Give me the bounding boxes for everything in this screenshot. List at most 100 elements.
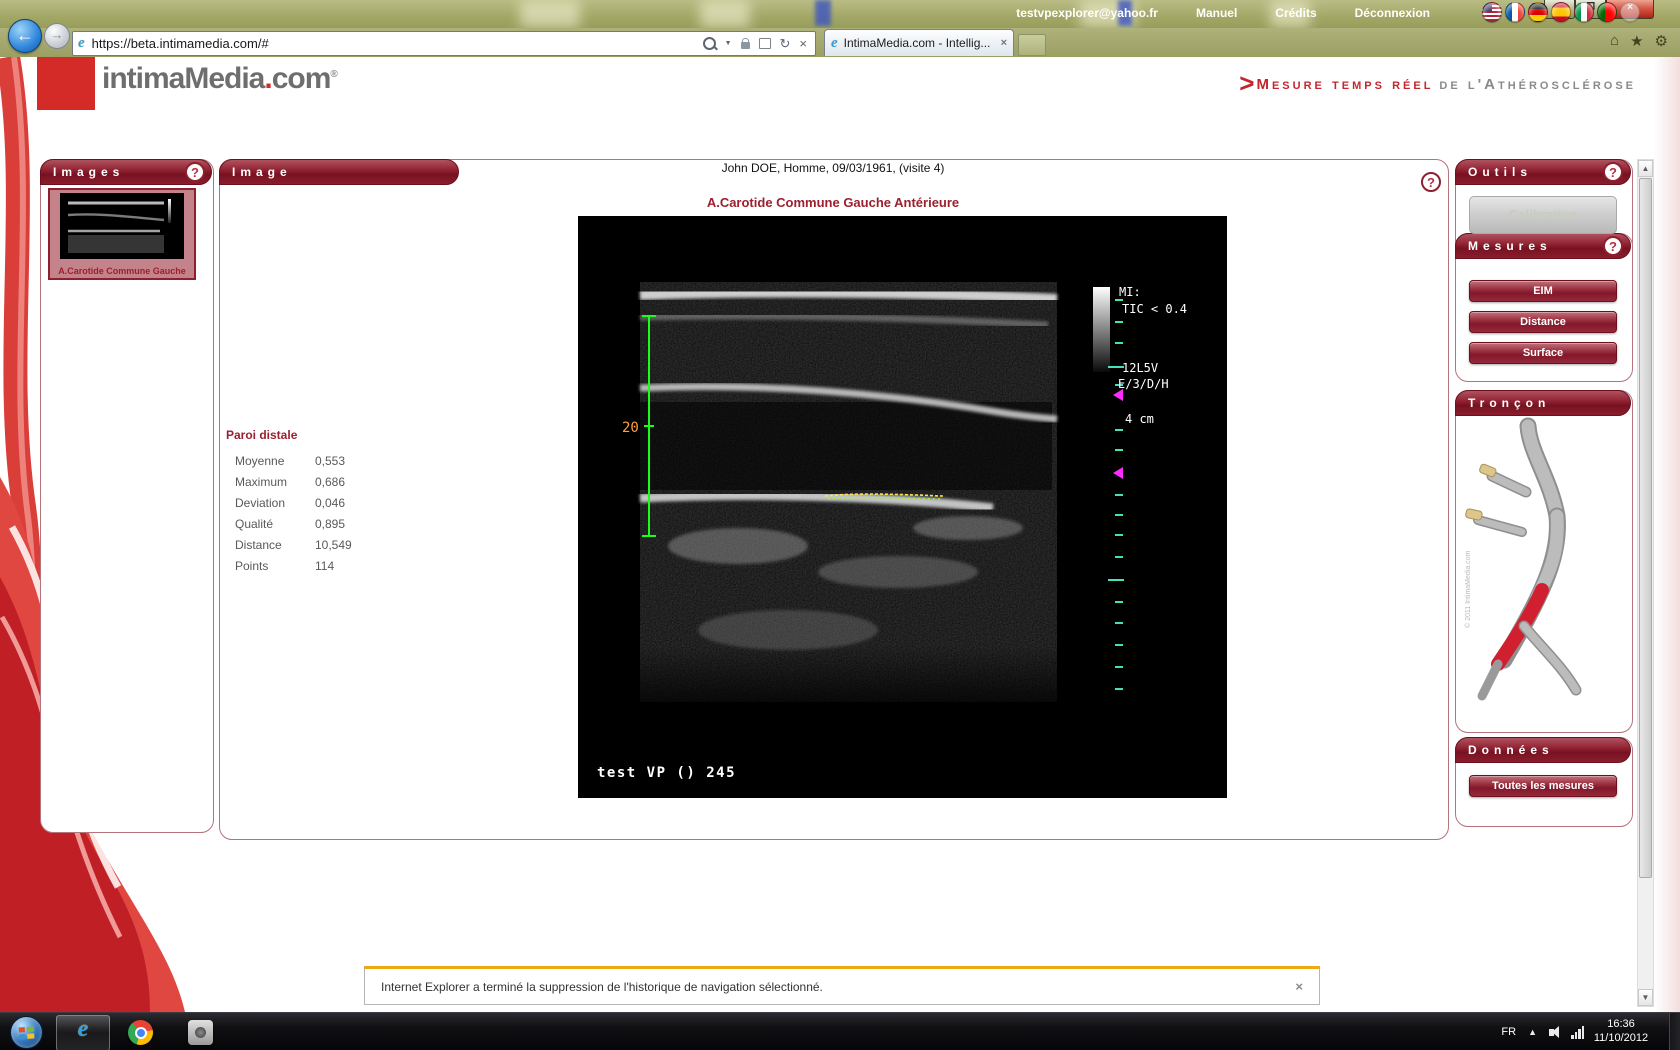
caliper-label: 20	[622, 420, 639, 436]
mesures-help-icon[interactable]: ?	[1603, 236, 1623, 256]
nav-link-deconnexion[interactable]: Déconnexion	[1355, 6, 1430, 20]
artery-diagram[interactable]: © 2011 IntimaMedia.com	[1462, 398, 1624, 725]
browser-back-button[interactable]: ←	[8, 19, 42, 53]
nav-link-manuel[interactable]: Manuel	[1196, 6, 1237, 20]
taskbar-clock[interactable]: 16:36 11/10/2012	[1588, 1017, 1654, 1045]
tagline-gray-text: de l'Athérosclérose	[1439, 76, 1636, 93]
stat-label: Moyenne	[235, 454, 307, 468]
stat-label: Qualité	[235, 517, 307, 531]
stop-icon[interactable]: ×	[799, 36, 807, 51]
tagline-chevron-icon: >	[1239, 68, 1254, 98]
tagline-red-text: Mesure temps réel	[1256, 76, 1433, 93]
flag-portugal-icon[interactable]	[1597, 2, 1617, 22]
stats-row: Maximum0,686	[235, 471, 352, 492]
refresh-icon[interactable]: ↻	[780, 36, 791, 52]
flag-us-icon[interactable]	[1482, 2, 1502, 22]
images-help-icon[interactable]: ?	[185, 162, 205, 182]
wallpaper-streak	[520, 0, 580, 28]
flag-germany-icon[interactable]	[1528, 2, 1548, 22]
taskbar-app-icon[interactable]	[188, 1020, 213, 1045]
depth-label: 4 cm	[1125, 412, 1154, 426]
stat-label: Points	[235, 559, 307, 573]
flag-spain-icon[interactable]	[1551, 2, 1571, 22]
taskbar-ie-button[interactable]: e	[56, 1015, 110, 1050]
search-icon[interactable]	[703, 37, 716, 50]
search-dropdown-icon[interactable]: ▼	[725, 40, 732, 47]
grayscale-bar	[1093, 287, 1110, 372]
nav-link-credits[interactable]: Crédits	[1275, 6, 1316, 20]
start-button[interactable]	[10, 1016, 43, 1049]
image-thumbnail-item[interactable]: A.Carotide Commune Gauche	[48, 188, 196, 280]
user-email: testvpexplorer@yahoo.fr	[1016, 6, 1158, 20]
patient-info: John DOE, Homme, 09/03/1961, (visite 4)	[219, 161, 1447, 175]
stats-row: Moyenne 0,553	[235, 450, 352, 471]
wallpaper-streak	[700, 0, 750, 28]
flag-disabled-icon	[1620, 2, 1640, 22]
system-tray: FR ▲	[1501, 1013, 1584, 1050]
tools-gear-icon[interactable]: ⚙	[1655, 32, 1668, 50]
ultrasound-speckle-texture	[640, 282, 1057, 702]
logo-registered-mark: ®	[330, 69, 336, 80]
volume-icon[interactable]	[1549, 1029, 1554, 1036]
browser-forward-button[interactable]: →	[44, 23, 70, 49]
flag-italy-icon[interactable]	[1574, 2, 1594, 22]
stat-label: Deviation	[235, 496, 307, 510]
logo-dot: .	[264, 62, 271, 95]
taskbar-chrome-icon[interactable]	[128, 1020, 153, 1045]
donnees-panel-header: Données	[1455, 737, 1631, 763]
artery-clamp-markers	[1465, 463, 1497, 520]
browser-tab[interactable]: e IntimaMedia.com - Intellig... ×	[824, 29, 1014, 56]
url-text[interactable]: https://beta.intimamedia.com/#	[92, 36, 703, 51]
hidden-icons-arrow[interactable]: ▲	[1528, 1027, 1537, 1037]
stat-value: 0,553	[315, 454, 345, 468]
clock-time: 16:36	[1588, 1017, 1654, 1031]
home-icon[interactable]: ⌂	[1610, 32, 1619, 50]
eim-button[interactable]: EIM	[1469, 280, 1617, 302]
scrollbar-thumb[interactable]	[1639, 178, 1652, 878]
surface-button[interactable]: Surface	[1469, 342, 1617, 364]
site-tagline: >Mesure temps réel de l'Athérosclérose	[1239, 68, 1636, 99]
ultrasound-thumbnail	[60, 193, 184, 259]
image-panel-help-icon[interactable]: ?	[1421, 172, 1441, 192]
page-scrollbar[interactable]: ▲ ▼	[1637, 159, 1654, 1007]
image-title: A.Carotide Commune Gauche Antérieure	[219, 195, 1447, 210]
language-flags	[1482, 2, 1640, 22]
lock-icon	[741, 42, 750, 49]
address-bar[interactable]: e https://beta.intimamedia.com/# ▼ ↻ ×	[72, 31, 816, 56]
toutes-les-mesures-button[interactable]: Toutes les mesures	[1469, 775, 1617, 797]
language-indicator[interactable]: FR	[1501, 1026, 1516, 1038]
nav-user-area: testvpexplorer@yahoo.fr Manuel Crédits D…	[1016, 0, 1430, 25]
distance-button[interactable]: Distance	[1469, 311, 1617, 333]
probe-label: 12L5V	[1122, 361, 1158, 375]
network-icon[interactable]	[1571, 1026, 1584, 1039]
show-desktop-button[interactable]	[1669, 1013, 1680, 1050]
site-logo[interactable]: intimaMedia.com®	[102, 62, 337, 96]
wallpaper-shape	[815, 0, 831, 26]
logo-text: intimaMedia	[102, 62, 264, 95]
flag-france-icon[interactable]	[1505, 2, 1525, 22]
tab-close-icon[interactable]: ×	[1001, 37, 1007, 49]
address-bar-icons: ▼ ↻ ×	[703, 36, 807, 52]
windows-logo-icon	[11, 1017, 42, 1048]
outils-help-icon[interactable]: ?	[1603, 162, 1623, 182]
measurement-stats: Paroi distale Moyenne0,553 Maximum0,686 …	[235, 428, 352, 576]
scroll-up-arrow[interactable]: ▲	[1638, 160, 1653, 177]
stat-value: 0,686	[315, 475, 345, 489]
ultrasound-image[interactable]: 20 MI: TIC < 0.4 12L5V E/3/D/H 4 cm test…	[578, 216, 1227, 798]
stat-value: 114	[315, 559, 334, 573]
browser-navigation-bar: ← → e https://beta.intimamedia.com/# ▼ ↻…	[0, 28, 1680, 57]
compatibility-view-icon[interactable]	[759, 38, 771, 49]
tic-label: TIC < 0.4	[1122, 302, 1187, 316]
logo-red-block	[37, 57, 95, 110]
new-tab-button[interactable]	[1018, 34, 1046, 56]
notification-close-icon[interactable]: ×	[1295, 979, 1303, 994]
browser-action-icons: ⌂ ★ ⚙	[1610, 32, 1668, 50]
thumbnail-caption: A.Carotide Commune Gauche	[50, 266, 194, 276]
stat-label: Distance	[235, 538, 307, 552]
ie-icon: e	[78, 1016, 89, 1043]
desktop-screen: – ❐ × ← → e https://beta.intimamedia.com…	[0, 0, 1680, 1050]
favorites-star-icon[interactable]: ★	[1630, 32, 1643, 50]
scroll-down-arrow[interactable]: ▼	[1638, 989, 1653, 1006]
right-edge-tint	[1654, 57, 1680, 1012]
mi-label: MI:	[1119, 285, 1141, 299]
